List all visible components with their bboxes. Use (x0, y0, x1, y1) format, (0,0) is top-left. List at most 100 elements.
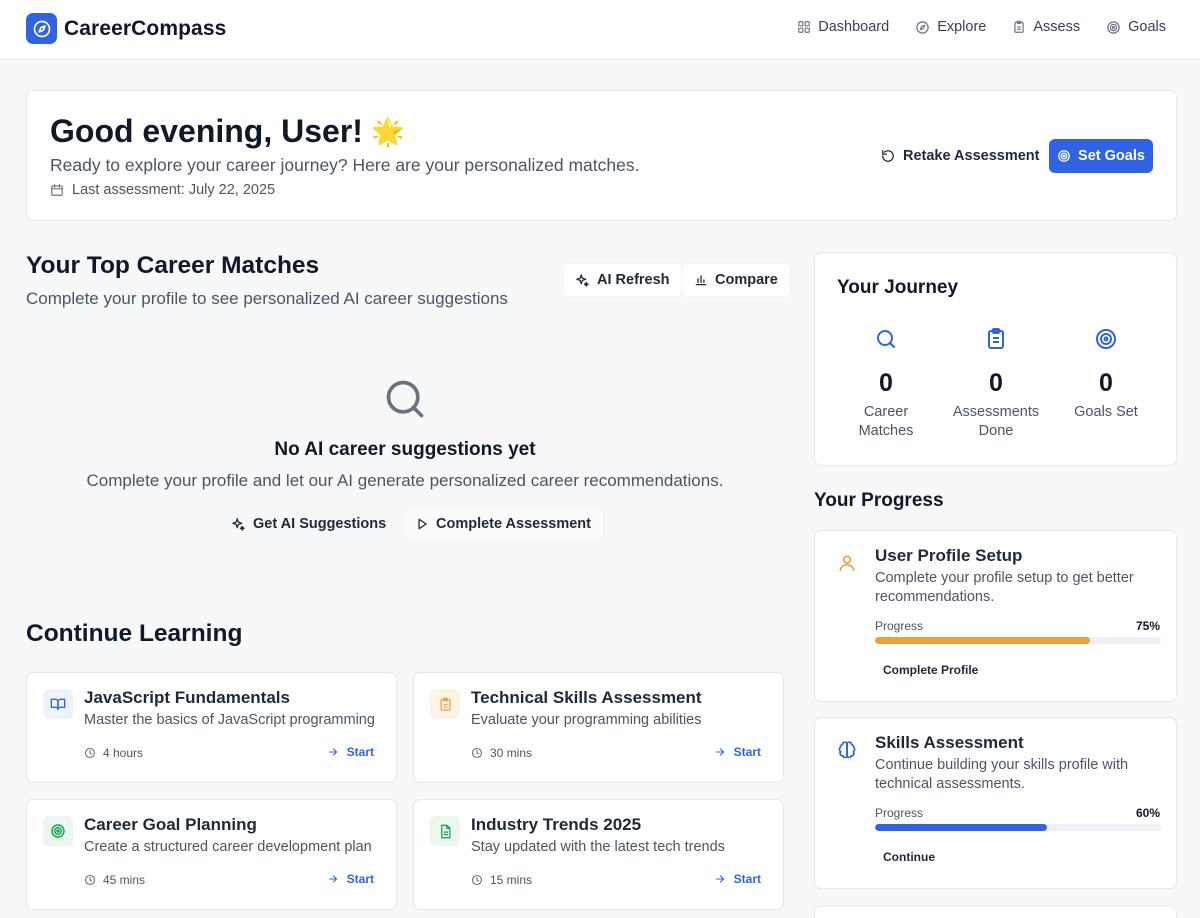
set-goals-button[interactable]: Set Goals (1049, 139, 1153, 173)
stat-label: Career Matches (858, 404, 914, 439)
greeting-text: Good evening, User! (50, 113, 363, 149)
clipboard-icon (430, 689, 460, 719)
stat-label: Goals Set (1074, 404, 1138, 420)
progress-title: Your Progress (814, 490, 944, 511)
clipboard-icon (988, 328, 1004, 349)
learning-card-title: Career Goal Planning (84, 815, 257, 834)
stat-value: 0 (1099, 369, 1113, 397)
nav-label: Dashboard (818, 19, 890, 35)
retake-assessment-button[interactable]: Retake Assessment (869, 139, 1052, 173)
clock-icon (84, 874, 96, 886)
start-label: Start (346, 872, 374, 886)
progress-card-skills: Skills Assessment Continue building your… (814, 717, 1177, 889)
set-goals-label: Set Goals (1078, 148, 1145, 164)
play-icon (418, 518, 427, 530)
arrow-right-icon (328, 875, 337, 883)
start-label: Start (346, 745, 374, 759)
clock-icon (471, 747, 483, 759)
learning-title: Continue Learning (26, 620, 243, 647)
calendar-icon (51, 184, 63, 196)
nav-dashboard[interactable]: Dashboard (797, 19, 889, 35)
progress-card-title: Skills Assessment (875, 733, 1024, 752)
learning-card[interactable]: JavaScript Fundamentals Master the basic… (26, 672, 397, 783)
main-nav: Dashboard Explore Assess Goals (797, 19, 1166, 35)
bar-chart-icon (695, 275, 707, 286)
empty-state-text: Complete your profile and let our AI gen… (86, 471, 724, 490)
arrow-right-icon (328, 748, 337, 756)
start-label: Start (733, 745, 761, 759)
start-button[interactable]: Start (327, 745, 374, 759)
duration-text: 15 mins (490, 873, 533, 887)
learning-card-desc: Evaluate your programming abilities (471, 712, 702, 728)
last-assessment: Last assessment: July 22, 2025 (50, 182, 275, 198)
learning-card[interactable]: Industry Trends 2025 Stay updated with t… (413, 799, 784, 910)
grid-icon (798, 21, 811, 33)
nav-label: Explore (937, 19, 987, 35)
get-ai-label: Get AI Suggestions (253, 516, 387, 532)
nav-assess[interactable]: Assess (1012, 19, 1080, 35)
target-icon (1058, 150, 1070, 162)
complete-profile-button[interactable]: Complete Profile (875, 658, 987, 682)
progress-percent: 60% (1135, 806, 1160, 820)
learning-card-title: Technical Skills Assessment (471, 688, 702, 707)
matches-title: Your Top Career Matches (26, 252, 320, 279)
top-navigation-bar: CareerCompass Dashboard Explore Assess G… (0, 0, 1200, 60)
progress-card-profile: User Profile Setup Complete your profile… (814, 530, 1177, 702)
search-icon (386, 380, 424, 418)
ai-refresh-button[interactable]: AI Refresh (562, 263, 683, 297)
arrow-right-icon (715, 875, 724, 883)
progress-label: Progress (875, 619, 924, 633)
document-icon (430, 816, 460, 846)
arrow-right-icon (715, 748, 724, 756)
stat-assessments-done: 0 Assessments Done (941, 327, 1051, 441)
nav-goals[interactable]: Goals (1106, 19, 1166, 35)
get-ai-suggestions-button[interactable]: Get AI Suggestions (218, 507, 400, 541)
progress-bar-fill (875, 637, 1090, 644)
learning-card[interactable]: Career Goal Planning Create a structured… (26, 799, 397, 910)
clock-icon (471, 874, 483, 886)
brand[interactable]: CareerCompass (26, 13, 226, 44)
target-icon (1107, 20, 1120, 34)
stat-career-matches: 0 Career Matches (831, 327, 941, 441)
compare-label: Compare (715, 272, 778, 288)
last-assessment-text: Last assessment: July 22, 2025 (72, 182, 276, 198)
progress-card-desc: Continue building your skills profile wi… (875, 757, 1129, 792)
target-icon (1096, 329, 1116, 349)
stat-value: 0 (879, 369, 893, 397)
start-button[interactable]: Start (327, 872, 374, 886)
continue-button[interactable]: Continue (875, 845, 943, 869)
ai-refresh-label: AI Refresh (597, 272, 670, 288)
nav-label: Assess (1033, 19, 1081, 35)
learning-card-duration: 30 mins (471, 746, 532, 760)
start-button[interactable]: Start (714, 745, 761, 759)
start-button[interactable]: Start (714, 872, 761, 886)
learning-card-duration: 45 mins (84, 873, 145, 887)
matches-subtitle: Complete your profile to see personalize… (26, 289, 508, 308)
journey-card: Your Journey 0 Career Matches 0 Assessme… (814, 252, 1177, 466)
star-emoji-icon: 🌟 (370, 116, 405, 147)
complete-assessment-label: Complete Assessment (436, 516, 591, 532)
progress-bar (875, 824, 1161, 831)
learning-card-title: JavaScript Fundamentals (84, 688, 290, 707)
brain-icon (838, 741, 856, 759)
complete-assessment-button[interactable]: Complete Assessment (402, 507, 604, 541)
nav-label: Goals (1128, 19, 1166, 35)
search-icon (877, 330, 895, 348)
learning-card-desc: Stay updated with the latest tech trends (471, 839, 725, 855)
progress-card-desc: Complete your profile setup to get bette… (875, 570, 1134, 605)
learning-card-desc: Master the basics of JavaScript programm… (84, 712, 375, 728)
retake-label: Retake Assessment (903, 148, 1040, 164)
book-icon (43, 689, 73, 719)
progress-bar-fill (875, 824, 1047, 831)
progress-percent: 75% (1135, 619, 1160, 633)
learning-card-title: Industry Trends 2025 (471, 815, 642, 834)
start-label: Start (733, 872, 761, 886)
learning-card-duration: 15 mins (471, 873, 532, 887)
learning-card[interactable]: Technical Skills Assessment Evaluate you… (413, 672, 784, 783)
compass-icon (916, 20, 929, 34)
compare-button[interactable]: Compare (681, 263, 791, 297)
learning-card-duration: 4 hours (84, 746, 143, 760)
greeting-title: Good evening, User! 🌟 (50, 113, 405, 150)
nav-explore[interactable]: Explore (915, 19, 986, 35)
stat-value: 0 (989, 369, 1003, 397)
